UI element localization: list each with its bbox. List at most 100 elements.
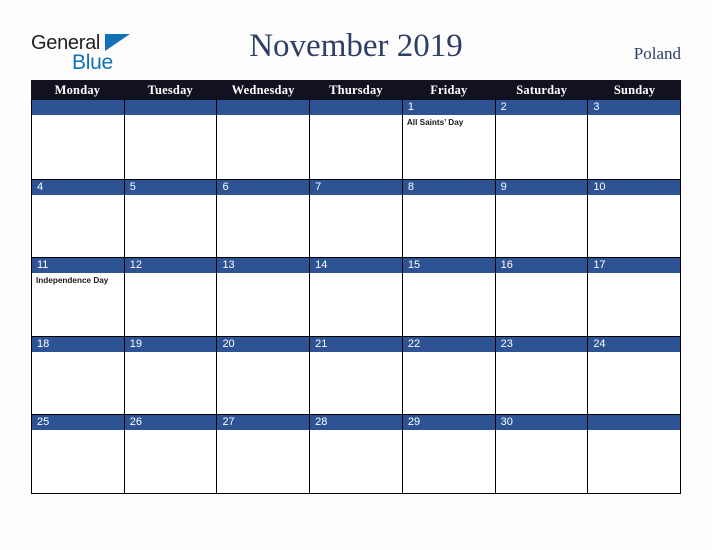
day-number-band: 17 bbox=[588, 258, 681, 274]
day-number: 1 bbox=[407, 101, 414, 113]
day-cell-empty[interactable] bbox=[32, 100, 125, 179]
general-blue-logo[interactable]: General Blue bbox=[31, 33, 156, 75]
day-cell-30[interactable]: 30 bbox=[495, 415, 589, 493]
day-cell-18[interactable]: 18 bbox=[32, 336, 125, 415]
day-cell-23[interactable]: 23 bbox=[495, 336, 589, 415]
day-number-band: 2 bbox=[495, 100, 588, 115]
day-cell-29[interactable]: 29 bbox=[402, 415, 496, 493]
day-cell-6[interactable]: 6 bbox=[217, 179, 311, 258]
day-cell-22[interactable]: 22 bbox=[402, 336, 496, 415]
weekday-header-wednesday: Wednesday bbox=[231, 83, 295, 97]
logo-text-general: General bbox=[31, 32, 101, 54]
day-number-band: 22 bbox=[402, 336, 495, 352]
day-events bbox=[217, 273, 309, 275]
weekday-header-saturday: Saturday bbox=[516, 83, 568, 97]
day-events bbox=[588, 195, 680, 197]
day-number-band: 29 bbox=[402, 415, 495, 431]
day-number: 19 bbox=[129, 337, 142, 350]
day-cell-1[interactable]: 1 All Saints’ Day bbox=[402, 100, 496, 179]
day-cell-17[interactable]: 17 bbox=[588, 258, 681, 336]
page-title: November 2019 bbox=[249, 28, 463, 64]
day-events bbox=[310, 115, 402, 117]
day-events bbox=[32, 195, 124, 197]
day-cell-14[interactable]: 14 bbox=[310, 258, 403, 336]
day-number: 7 bbox=[315, 180, 322, 193]
day-number: 9 bbox=[500, 180, 507, 193]
day-cell-8[interactable]: 8 bbox=[402, 179, 496, 258]
day-events bbox=[310, 430, 402, 432]
calendar: Monday Tuesday Wednesday Thursday Friday Satu… bbox=[31, 80, 681, 494]
day-number-band: 8 bbox=[402, 179, 495, 195]
day-events bbox=[32, 115, 124, 117]
weekday-header-thursday: Thursday bbox=[329, 83, 383, 97]
day-number-band: 4 bbox=[32, 179, 124, 195]
weekday-header-friday: Friday bbox=[430, 83, 468, 97]
day-number-band: 27 bbox=[217, 415, 310, 431]
weekday-header-monday: Monday bbox=[54, 83, 101, 97]
day-number: 25 bbox=[37, 416, 50, 429]
day-number-band: 10 bbox=[588, 179, 681, 195]
day-cell-4[interactable]: 4 bbox=[32, 179, 125, 258]
day-number-band: 20 bbox=[217, 336, 310, 352]
day-number-band: 6 bbox=[217, 179, 310, 195]
day-cell-7[interactable]: 7 bbox=[310, 179, 403, 258]
day-number-band: 3 bbox=[588, 100, 681, 115]
day-events bbox=[125, 430, 217, 432]
week-row: 25 26 27 28 29 30 bbox=[32, 414, 681, 493]
day-cell-10[interactable]: 10 bbox=[588, 179, 681, 258]
day-number: 13 bbox=[222, 259, 235, 272]
day-number-band: 9 bbox=[495, 179, 588, 195]
day-cell-20[interactable]: 20 bbox=[217, 336, 311, 415]
day-cell-2[interactable]: 2 bbox=[495, 100, 589, 179]
day-cell-empty[interactable] bbox=[310, 100, 403, 179]
day-events bbox=[217, 195, 309, 197]
day-number-band: 23 bbox=[495, 336, 588, 352]
day-number: 22 bbox=[407, 337, 421, 350]
day-cell-empty[interactable] bbox=[124, 100, 218, 179]
day-cell-28[interactable]: 28 bbox=[310, 415, 403, 493]
day-number-band bbox=[32, 100, 124, 115]
day-cell-empty[interactable] bbox=[588, 415, 681, 493]
day-number: 12 bbox=[129, 259, 142, 272]
day-cell-25[interactable]: 25 bbox=[32, 415, 125, 493]
day-events bbox=[588, 115, 680, 117]
logo-text-blue: Blue bbox=[72, 51, 113, 74]
day-number: 26 bbox=[129, 416, 142, 429]
triangle-icon bbox=[105, 34, 130, 51]
day-events bbox=[217, 352, 309, 354]
day-cell-21[interactable]: 21 bbox=[310, 336, 403, 415]
day-cell-9[interactable]: 9 bbox=[495, 179, 589, 258]
day-cell-24[interactable]: 24 bbox=[588, 336, 681, 415]
day-number: 28 bbox=[315, 416, 328, 429]
day-events: Independence Day bbox=[32, 273, 124, 286]
day-events bbox=[496, 195, 588, 197]
day-cell-19[interactable]: 19 bbox=[124, 336, 218, 415]
day-cell-5[interactable]: 5 bbox=[124, 179, 218, 258]
day-cell-empty[interactable] bbox=[217, 100, 311, 179]
day-number-band: 26 bbox=[124, 415, 217, 431]
day-cell-15[interactable]: 15 bbox=[402, 258, 496, 336]
day-cell-11[interactable]: 11 Independence Day bbox=[32, 258, 125, 336]
day-events bbox=[403, 195, 495, 197]
day-number-band bbox=[588, 415, 681, 431]
day-number-band: 30 bbox=[495, 415, 588, 431]
day-cell-16[interactable]: 16 bbox=[495, 258, 589, 336]
day-events bbox=[125, 195, 217, 197]
day-cell-27[interactable]: 27 bbox=[217, 415, 311, 493]
day-number: 3 bbox=[593, 101, 600, 113]
day-cell-3[interactable]: 3 bbox=[588, 100, 681, 179]
day-number: 23 bbox=[500, 337, 513, 350]
day-number: 2 bbox=[500, 101, 507, 113]
day-number-band: 14 bbox=[310, 258, 402, 274]
day-number-band: 28 bbox=[310, 415, 402, 431]
day-cell-13[interactable]: 13 bbox=[217, 258, 311, 336]
day-cell-12[interactable]: 12 bbox=[124, 258, 218, 336]
day-events bbox=[588, 352, 680, 354]
page-header: General Blue November 2019 Poland bbox=[0, 0, 712, 80]
week-row: 1 All Saints’ Day 2 3 bbox=[32, 100, 681, 179]
day-cell-26[interactable]: 26 bbox=[124, 415, 218, 493]
day-events bbox=[496, 430, 588, 432]
week-row: 4 5 6 7 8 9 10 bbox=[32, 178, 681, 258]
holiday-label: Independence Day bbox=[36, 276, 109, 286]
day-number: 21 bbox=[315, 337, 328, 350]
